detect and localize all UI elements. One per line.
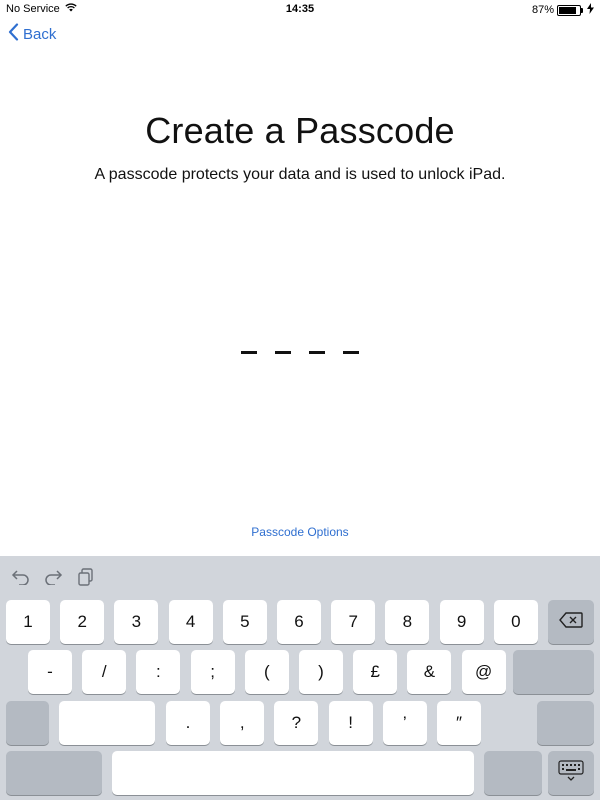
key-8[interactable]: 8 bbox=[385, 600, 430, 644]
status-right: 87% bbox=[532, 3, 594, 17]
key-2[interactable]: 2 bbox=[60, 600, 105, 644]
symbols-key-right[interactable] bbox=[537, 701, 594, 745]
passcode-digit-slot bbox=[241, 351, 257, 354]
clock: 14:35 bbox=[285, 3, 315, 15]
delete-icon bbox=[559, 611, 583, 633]
redo-icon[interactable] bbox=[44, 569, 64, 585]
undo-key[interactable] bbox=[59, 701, 155, 745]
passcode-digit-slot bbox=[275, 351, 291, 354]
page-subtitle: A passcode protects your data and is use… bbox=[94, 166, 506, 183]
key-symbol[interactable]: - bbox=[28, 650, 72, 694]
key-6[interactable]: 6 bbox=[277, 600, 321, 644]
key-symbol[interactable]: @ bbox=[461, 650, 506, 694]
battery-percent: 87% bbox=[531, 4, 554, 16]
key-punctuation[interactable]: ! bbox=[328, 701, 373, 745]
delete-key[interactable] bbox=[548, 600, 594, 644]
key-symbol[interactable]: / bbox=[82, 650, 127, 694]
status-bar: No Service 14:35 87% bbox=[0, 0, 600, 18]
abc-key-right[interactable] bbox=[484, 751, 542, 795]
return-key[interactable] bbox=[513, 650, 594, 694]
key-symbol[interactable]: £ bbox=[353, 650, 398, 694]
key-7[interactable]: 7 bbox=[331, 600, 376, 644]
key-3[interactable]: 3 bbox=[114, 600, 159, 644]
paste-icon[interactable] bbox=[78, 568, 94, 586]
keyboard: 1 2 3 4 5 6 7 8 9 0 - /:;() £ & @.,?!’ ″ bbox=[0, 556, 600, 800]
key-symbol[interactable]: & bbox=[407, 650, 452, 694]
key-symbol[interactable]: ; bbox=[190, 650, 235, 694]
undo-icon[interactable] bbox=[10, 569, 30, 585]
battery-icon bbox=[557, 4, 583, 16]
key-4[interactable]: 4 bbox=[168, 600, 213, 644]
passcode-entry[interactable] bbox=[0, 341, 600, 365]
passcode-digit-slot bbox=[309, 351, 325, 354]
key-9[interactable]: 9 bbox=[439, 600, 484, 644]
key-1[interactable]: 1 bbox=[6, 600, 50, 644]
key-punctuation[interactable]: ″ bbox=[437, 701, 481, 745]
passcode-options-link[interactable]: Passcode Options bbox=[0, 525, 600, 539]
key-punctuation[interactable]: ? bbox=[274, 701, 319, 745]
key-punctuation[interactable]: , bbox=[220, 701, 265, 745]
keyboard-toolbar bbox=[10, 568, 94, 586]
page-title: Create a Passcode bbox=[145, 110, 455, 151]
hide-keyboard-key[interactable] bbox=[548, 751, 594, 795]
key-symbol[interactable]: : bbox=[136, 650, 181, 694]
passcode-digit-slot bbox=[343, 351, 359, 354]
back-button[interactable]: Back bbox=[8, 22, 56, 46]
back-label: Back bbox=[23, 25, 57, 43]
key-punctuation[interactable]: ’ bbox=[382, 701, 427, 745]
space-bar[interactable] bbox=[112, 751, 474, 795]
symbols-key-left[interactable] bbox=[6, 701, 49, 745]
charging-icon bbox=[587, 3, 594, 17]
keyboard-hide-icon bbox=[558, 759, 584, 787]
key-symbol[interactable]: ( bbox=[244, 650, 289, 694]
key-punctuation[interactable]: . bbox=[166, 701, 210, 745]
key-symbol[interactable]: ) bbox=[299, 650, 343, 694]
abc-key-left[interactable] bbox=[6, 751, 102, 795]
key-0[interactable]: 0 bbox=[493, 600, 538, 644]
key-5[interactable]: 5 bbox=[222, 600, 267, 644]
chevron-left-icon bbox=[8, 23, 19, 45]
